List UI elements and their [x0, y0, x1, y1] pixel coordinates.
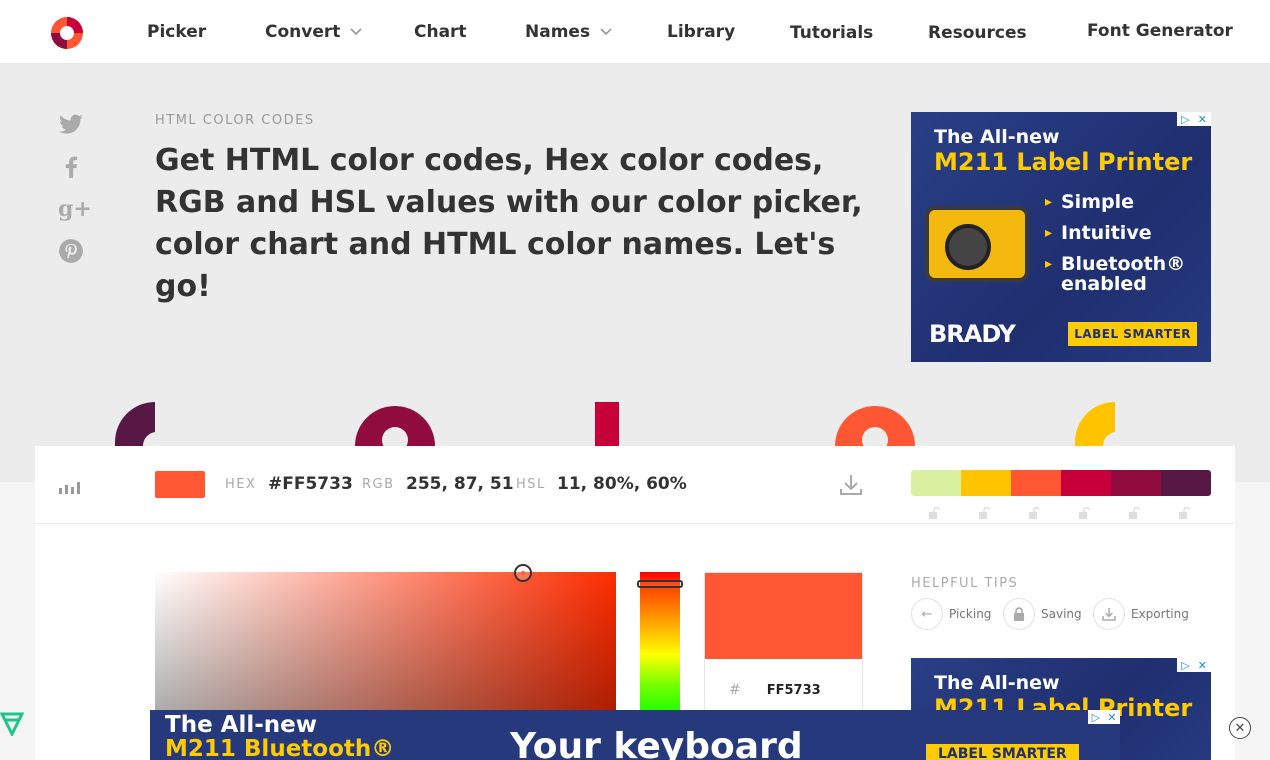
chevron-down-icon: [600, 28, 612, 36]
label-printer-image: [925, 206, 1029, 282]
palette-swatch[interactable]: [1011, 470, 1061, 496]
palette-swatch[interactable]: [1061, 470, 1111, 496]
hue-slider[interactable]: [640, 572, 680, 722]
unlock-icon[interactable]: [1128, 504, 1140, 519]
rgb-value[interactable]: 255, 87, 51: [406, 474, 514, 494]
logo-icon[interactable]: [50, 16, 84, 50]
hex-value[interactable]: #FF5733: [268, 474, 353, 494]
unlock-icon[interactable]: [978, 504, 990, 519]
saturation-brightness-area[interactable]: [155, 572, 616, 722]
chevron-down-icon: [350, 28, 362, 36]
nav-label: Library: [667, 22, 736, 42]
nav-convert[interactable]: Convert: [265, 22, 362, 42]
pinterest-icon[interactable]: [58, 238, 84, 264]
nav-picker[interactable]: Picker: [147, 22, 206, 42]
tip-picking[interactable]: ← Picking: [911, 598, 991, 630]
tip-label: Picking: [949, 607, 992, 621]
palette-swatch[interactable]: [1161, 470, 1211, 496]
ad-bullet: Bluetooth® enabled: [1045, 254, 1191, 294]
tip-exporting[interactable]: Exporting: [1093, 598, 1189, 630]
ad-line: The All-new: [165, 712, 318, 738]
nav-font-generator[interactable]: Font Generator: [1087, 21, 1233, 41]
download-icon: [1093, 598, 1125, 630]
nav-label: Names: [525, 22, 591, 42]
nav-label: Tutorials: [790, 23, 874, 43]
preview-hex-input[interactable]: FF5733: [767, 683, 821, 698]
hero-kicker: HTML COLOR CODES: [155, 113, 315, 128]
ad-bullet: Intuitive: [1045, 223, 1152, 243]
nav-label: Convert: [265, 22, 341, 42]
bars-icon[interactable]: [59, 478, 83, 494]
twitter-icon[interactable]: [58, 112, 84, 138]
unlock-icon[interactable]: [1078, 504, 1090, 519]
ad-line: The All-new: [934, 672, 1060, 694]
ad-tagline: LABEL SMARTER: [926, 744, 1079, 760]
ad-brand-logo: BRADY: [929, 320, 1016, 348]
color-values-bar: HEX #FF5733 RGB 255, 87, 51 HSL 11, 80%,…: [35, 446, 1235, 524]
preview-swatch: [705, 573, 862, 659]
tip-saving[interactable]: Saving: [1003, 598, 1082, 630]
color-palette[interactable]: [911, 470, 1211, 496]
arrow-left-icon: ←: [911, 598, 943, 630]
ad-line: Your keyboard: [510, 726, 803, 760]
rgb-label: RGB: [362, 477, 395, 492]
unlock-icon[interactable]: [1178, 504, 1190, 519]
hash-symbol: #: [729, 682, 741, 698]
color-picker-handle[interactable]: [514, 564, 532, 582]
top-navigation: Picker Convert Chart Names Library Tutor…: [0, 0, 1270, 64]
unlock-icon[interactable]: [1028, 504, 1040, 519]
hue-slider-handle[interactable]: [637, 580, 683, 588]
nav-chart[interactable]: Chart: [414, 22, 467, 42]
nav-library[interactable]: Library: [667, 22, 735, 42]
lock-icon: [1003, 598, 1035, 630]
decorative-shape: [355, 406, 435, 446]
download-icon[interactable]: [839, 474, 863, 496]
nav-label: Resources: [928, 23, 1027, 43]
ad-choices-icon[interactable]: ▷ ✕: [1088, 710, 1120, 724]
palette-swatch[interactable]: [1111, 470, 1161, 496]
palette-swatch[interactable]: [911, 470, 961, 496]
google-plus-icon[interactable]: g+: [58, 196, 92, 222]
page-title: Get HTML color codes, Hex color codes, R…: [155, 143, 863, 304]
nav-label: Picker: [147, 22, 207, 42]
bottom-advertisement-banner[interactable]: The All-new M211 Bluetooth® Your keyboar…: [150, 710, 1120, 760]
nav-label: Chart: [414, 22, 467, 42]
nav-resources[interactable]: Resources: [928, 23, 1027, 43]
ad-line: M211 Label Printer: [934, 148, 1193, 176]
decorative-shape: [1075, 402, 1115, 446]
decorative-shape: [595, 402, 619, 446]
nav-tutorials[interactable]: Tutorials: [790, 23, 873, 43]
hsl-value[interactable]: 11, 80%, 60%: [557, 474, 687, 494]
hsl-label: HSL: [516, 477, 546, 492]
close-icon[interactable]: ✕: [1229, 717, 1251, 739]
color-preview: # FF5733: [704, 572, 863, 722]
current-color-swatch: [155, 471, 205, 498]
ad-bullet: Simple: [1045, 192, 1134, 212]
facebook-icon[interactable]: [58, 154, 84, 180]
freestar-icon[interactable]: [0, 710, 24, 736]
advertisement-banner[interactable]: ▷✕ The All-new M211 Label Printer Simple…: [911, 112, 1211, 362]
helpful-tips-title: HELPFUL TIPS: [911, 576, 1019, 591]
ad-line: M211 Bluetooth®: [165, 736, 395, 760]
nav-label: Font Generator: [1087, 21, 1233, 41]
palette-swatch[interactable]: [961, 470, 1011, 496]
hex-label: HEX: [225, 477, 257, 492]
decorative-shape: [835, 406, 915, 446]
tip-label: Saving: [1041, 607, 1082, 621]
ad-tagline: LABEL SMARTER: [1068, 322, 1197, 346]
tip-label: Exporting: [1131, 607, 1189, 621]
unlock-icon[interactable]: [928, 504, 940, 519]
decorative-shape: [115, 402, 155, 446]
ad-choices-icon[interactable]: ▷ ✕: [1177, 112, 1211, 126]
ad-choices-icon[interactable]: ▷ ✕: [1177, 658, 1211, 672]
ad-line: The All-new: [934, 126, 1060, 148]
nav-names[interactable]: Names: [525, 22, 612, 42]
